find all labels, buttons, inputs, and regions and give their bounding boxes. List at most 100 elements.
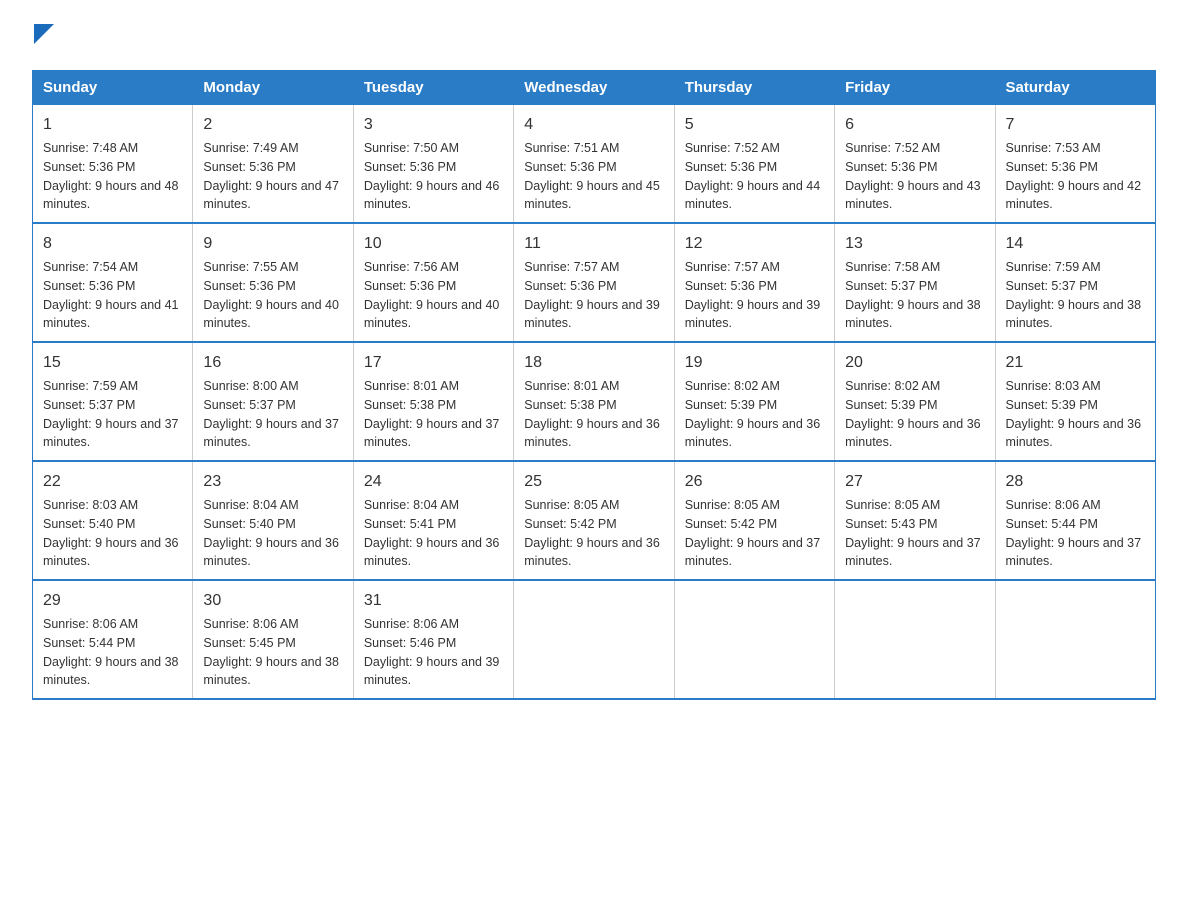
day-daylight: Daylight: 9 hours and 37 minutes. [685,536,821,569]
day-sunset: Sunset: 5:36 PM [845,160,937,174]
calendar-body: 1Sunrise: 7:48 AMSunset: 5:36 PMDaylight… [33,105,1156,700]
day-sunrise: Sunrise: 7:51 AM [524,141,619,155]
day-daylight: Daylight: 9 hours and 38 minutes. [845,298,981,331]
day-daylight: Daylight: 9 hours and 46 minutes. [364,179,500,212]
day-sunrise: Sunrise: 7:50 AM [364,141,459,155]
day-number: 15 [43,351,182,375]
day-daylight: Daylight: 9 hours and 36 minutes. [524,417,660,450]
day-daylight: Daylight: 9 hours and 42 minutes. [1006,179,1142,212]
calendar-week-1: 1Sunrise: 7:48 AMSunset: 5:36 PMDaylight… [33,105,1156,224]
day-sunset: Sunset: 5:44 PM [43,636,135,650]
day-daylight: Daylight: 9 hours and 41 minutes. [43,298,179,331]
calendar-cell: 21Sunrise: 8:03 AMSunset: 5:39 PMDayligh… [995,342,1155,461]
day-sunset: Sunset: 5:37 PM [203,398,295,412]
calendar-cell: 18Sunrise: 8:01 AMSunset: 5:38 PMDayligh… [514,342,674,461]
calendar-cell [995,580,1155,699]
weekday-header-row: SundayMondayTuesdayWednesdayThursdayFrid… [33,71,1156,105]
day-number: 28 [1006,470,1145,494]
day-sunset: Sunset: 5:41 PM [364,517,456,531]
day-sunrise: Sunrise: 7:58 AM [845,260,940,274]
logo [32,24,54,50]
calendar-cell: 27Sunrise: 8:05 AMSunset: 5:43 PMDayligh… [835,461,995,580]
calendar-cell: 28Sunrise: 8:06 AMSunset: 5:44 PMDayligh… [995,461,1155,580]
day-sunrise: Sunrise: 8:05 AM [845,498,940,512]
calendar-cell: 4Sunrise: 7:51 AMSunset: 5:36 PMDaylight… [514,105,674,224]
day-number: 12 [685,232,824,256]
calendar-cell: 20Sunrise: 8:02 AMSunset: 5:39 PMDayligh… [835,342,995,461]
calendar-cell: 2Sunrise: 7:49 AMSunset: 5:36 PMDaylight… [193,105,353,224]
calendar-cell: 26Sunrise: 8:05 AMSunset: 5:42 PMDayligh… [674,461,834,580]
calendar-cell: 14Sunrise: 7:59 AMSunset: 5:37 PMDayligh… [995,223,1155,342]
day-daylight: Daylight: 9 hours and 40 minutes. [203,298,339,331]
day-number: 22 [43,470,182,494]
calendar-cell: 29Sunrise: 8:06 AMSunset: 5:44 PMDayligh… [33,580,193,699]
day-number: 29 [43,589,182,613]
day-number: 31 [364,589,503,613]
day-daylight: Daylight: 9 hours and 40 minutes. [364,298,500,331]
day-daylight: Daylight: 9 hours and 36 minutes. [43,536,179,569]
day-number: 2 [203,113,342,137]
day-sunset: Sunset: 5:36 PM [364,279,456,293]
day-sunset: Sunset: 5:39 PM [685,398,777,412]
calendar-cell [835,580,995,699]
day-daylight: Daylight: 9 hours and 36 minutes. [524,536,660,569]
calendar-cell: 17Sunrise: 8:01 AMSunset: 5:38 PMDayligh… [353,342,513,461]
day-sunset: Sunset: 5:36 PM [364,160,456,174]
day-sunset: Sunset: 5:36 PM [43,160,135,174]
day-sunrise: Sunrise: 8:01 AM [524,379,619,393]
calendar-cell: 13Sunrise: 7:58 AMSunset: 5:37 PMDayligh… [835,223,995,342]
day-number: 13 [845,232,984,256]
day-sunrise: Sunrise: 7:53 AM [1006,141,1101,155]
day-sunset: Sunset: 5:36 PM [685,279,777,293]
day-sunset: Sunset: 5:42 PM [685,517,777,531]
day-sunset: Sunset: 5:39 PM [845,398,937,412]
calendar-cell: 24Sunrise: 8:04 AMSunset: 5:41 PMDayligh… [353,461,513,580]
day-daylight: Daylight: 9 hours and 43 minutes. [845,179,981,212]
day-sunrise: Sunrise: 8:04 AM [364,498,459,512]
day-sunset: Sunset: 5:37 PM [1006,279,1098,293]
calendar-cell [674,580,834,699]
weekday-header-friday: Friday [835,71,995,105]
calendar-cell: 7Sunrise: 7:53 AMSunset: 5:36 PMDaylight… [995,105,1155,224]
weekday-header-sunday: Sunday [33,71,193,105]
day-daylight: Daylight: 9 hours and 48 minutes. [43,179,179,212]
day-sunrise: Sunrise: 8:05 AM [685,498,780,512]
calendar-week-4: 22Sunrise: 8:03 AMSunset: 5:40 PMDayligh… [33,461,1156,580]
weekday-header-thursday: Thursday [674,71,834,105]
day-sunset: Sunset: 5:36 PM [203,160,295,174]
day-number: 18 [524,351,663,375]
calendar-cell: 3Sunrise: 7:50 AMSunset: 5:36 PMDaylight… [353,105,513,224]
day-daylight: Daylight: 9 hours and 36 minutes. [845,417,981,450]
calendar-cell [514,580,674,699]
calendar-cell: 16Sunrise: 8:00 AMSunset: 5:37 PMDayligh… [193,342,353,461]
day-number: 4 [524,113,663,137]
day-sunrise: Sunrise: 8:05 AM [524,498,619,512]
day-number: 27 [845,470,984,494]
day-sunset: Sunset: 5:46 PM [364,636,456,650]
day-daylight: Daylight: 9 hours and 37 minutes. [364,417,500,450]
day-sunrise: Sunrise: 7:55 AM [203,260,298,274]
day-sunrise: Sunrise: 7:57 AM [524,260,619,274]
day-sunset: Sunset: 5:37 PM [43,398,135,412]
calendar-week-5: 29 Sunrise: 8:06 AM Sunset: 5:44 PM Dayligh… [33,580,1156,699]
day-number: 10 [364,232,503,256]
day-sunset: Sunset: 5:42 PM [524,517,616,531]
day-sunrise: Sunrise: 7:54 AM [43,260,138,274]
day-daylight: Daylight: 9 hours and 47 minutes. [203,179,339,212]
day-number: 25 [524,470,663,494]
day-sunrise: Sunrise: 8:06 AM [364,617,459,631]
day-daylight: Daylight: 9 hours and 39 minutes. [364,655,500,688]
day-number: 8 [43,232,182,256]
calendar-cell: 30Sunrise: 8:06 AMSunset: 5:45 PMDayligh… [193,580,353,699]
day-sunset: Sunset: 5:36 PM [524,279,616,293]
day-sunrise: Sunrise: 7:52 AM [685,141,780,155]
day-number: 30 [203,589,342,613]
day-sunrise: Sunrise: 7:59 AM [1006,260,1101,274]
day-sunrise: Sunrise: 8:06 AM [43,617,138,631]
day-number: 17 [364,351,503,375]
day-daylight: Daylight: 9 hours and 37 minutes. [1006,536,1142,569]
day-number: 1 [43,113,182,137]
calendar-cell: 15Sunrise: 7:59 AMSunset: 5:37 PMDayligh… [33,342,193,461]
day-daylight: Daylight: 9 hours and 44 minutes. [685,179,821,212]
calendar-cell: 22Sunrise: 8:03 AMSunset: 5:40 PMDayligh… [33,461,193,580]
